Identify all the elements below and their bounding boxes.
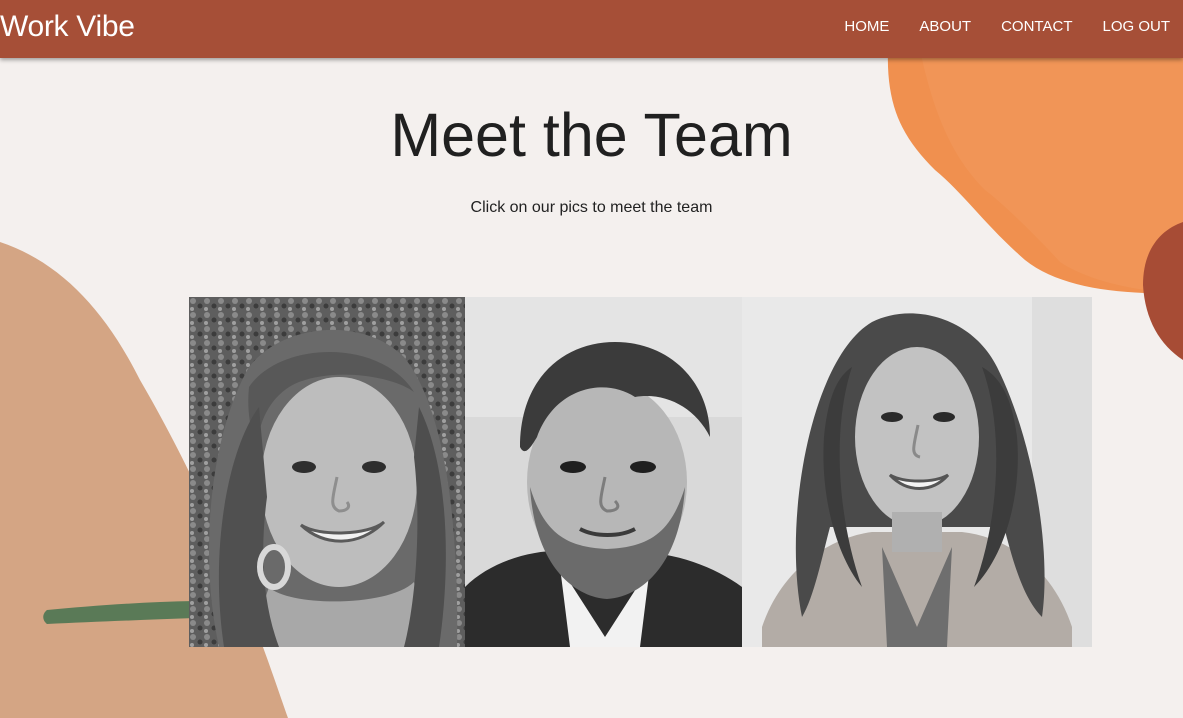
page-title: Meet the Team — [390, 101, 793, 169]
team-gallery — [189, 297, 1092, 647]
nav-link-home[interactable]: HOME — [844, 18, 889, 35]
nav-link-log-out[interactable]: LOG OUT — [1102, 18, 1170, 35]
nav-link-about[interactable]: ABOUT — [919, 18, 971, 35]
navbar: Work Vibe HOME ABOUT CONTACT LOG OUT — [0, 0, 1183, 58]
nav-link-contact[interactable]: CONTACT — [1001, 18, 1072, 35]
team-member-photo-2[interactable] — [465, 297, 742, 647]
page-subtitle: Click on our pics to meet the team — [470, 199, 713, 216]
team-member-photo-3[interactable] — [742, 297, 1092, 647]
team-member-portrait-1 — [189, 297, 465, 647]
team-member-photo-1[interactable] — [189, 297, 465, 647]
page: Work Vibe HOME ABOUT CONTACT LOG OUT Mee… — [0, 0, 1183, 718]
brand-logo[interactable]: Work Vibe — [0, 8, 135, 46]
nav-links: HOME ABOUT CONTACT LOG OUT — [814, 0, 1170, 52]
team-member-portrait-2 — [465, 297, 742, 647]
team-member-portrait-3 — [742, 297, 1092, 647]
